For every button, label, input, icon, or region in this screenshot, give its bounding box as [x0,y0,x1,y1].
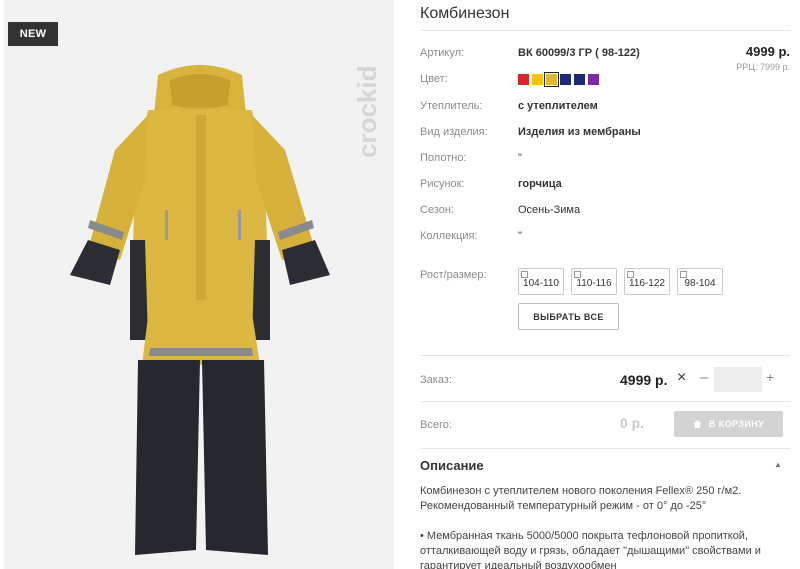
color-swatches [518,72,599,87]
divider [420,355,790,356]
spec-label: Утеплитель: [420,100,483,112]
order-price: 4999 р. [620,372,668,388]
quantity-input[interactable] [714,367,762,392]
decrease-quantity-button[interactable]: – [700,369,708,386]
svg-text:crockid: crockid [354,66,382,159]
spec-value: ВК 60099/3 ГР ( 98-122) [518,47,640,59]
size-label: Рост/размер: [420,269,487,281]
color-swatch-yellow[interactable] [532,74,543,85]
color-swatch-red[interactable] [518,74,529,85]
total-label: Всего: [420,419,452,431]
spec-label: Вид изделия: [420,126,488,138]
spec-season: Сезон: Осень-Зима [420,201,790,221]
size-option[interactable]: 98-104 [677,268,723,295]
size-option-label: 104-110 [523,278,559,289]
description-paragraph: Комбинезон с утеплителем нового поколени… [420,485,742,512]
size-checkbox[interactable] [680,271,687,278]
size-checkbox[interactable] [627,271,634,278]
order-label: Заказ: [420,374,452,386]
divider [420,30,790,31]
spec-type: Вид изделия: Изделия из мембраны [420,123,790,143]
spec-article: Артикул: ВК 60099/3 ГР ( 98-122) [420,44,790,64]
spec-label: Цвет: [420,73,448,85]
color-swatch-mustard[interactable] [544,72,559,87]
cart-icon [693,420,701,428]
size-checkbox[interactable] [574,271,581,278]
spec-pattern: Рисунок: горчица [420,175,790,195]
spec-label: Артикул: [420,47,465,59]
spec-value: " [518,230,522,242]
size-option-label: 110-116 [576,278,612,289]
increase-quantity-button[interactable]: + [766,369,774,385]
size-option[interactable]: 116-122 [624,268,670,295]
product-title: Комбинезон [420,5,510,22]
divider [420,401,790,402]
spec-fabric: Полотно: " [420,149,790,169]
color-swatch-purple[interactable] [588,74,599,85]
size-option-label: 116-122 [629,278,665,289]
size-option-label: 98-104 [684,278,716,289]
add-to-cart-button[interactable]: В КОРЗИНУ [674,411,783,437]
spec-collection: Коллекция: " [420,227,790,247]
new-badge: NEW [8,22,58,46]
description-title[interactable]: Описание [420,458,484,473]
product-info: Комбинезон 4999 р. РРЦ: 7999 р. Артикул:… [420,0,800,569]
spec-value: Осень-Зима [518,204,581,216]
total-value: 0 р. [620,415,645,431]
spec-value: Изделия из мембраны [518,126,641,138]
add-to-cart-label: В КОРЗИНУ [708,419,765,429]
size-options: 104-110 110-116 116-122 98-104 [518,268,723,295]
spec-color: Цвет: [420,70,790,90]
spec-label: Сезон: [420,204,454,216]
close-icon[interactable]: × [677,369,686,387]
spec-insulation: Утеплитель: с утеплителем [420,97,790,117]
collapse-arrow-icon[interactable]: ▲ [774,460,782,469]
description-text: Комбинезон с утеплителем нового поколени… [420,484,785,569]
jumpsuit-image [70,65,330,555]
color-swatch-navy[interactable] [560,74,571,85]
spec-label: Полотно: [420,152,467,164]
size-option[interactable]: 110-116 [571,268,617,295]
spec-value: " [518,152,522,164]
spec-label: Коллекция: [420,230,478,242]
spec-value: горчица [518,178,562,190]
product-photo[interactable]: NEW crockid [4,0,394,569]
size-checkbox[interactable] [521,271,528,278]
divider [420,448,790,449]
color-swatch-blue[interactable] [574,74,585,85]
description-paragraph: • Мембранная ткань 5000/5000 покрыта теф… [420,530,761,569]
spec-label: Рисунок: [420,178,465,190]
size-option[interactable]: 104-110 [518,268,564,295]
brand-logo: crockid [354,66,382,159]
spec-value: с утеплителем [518,100,598,112]
select-all-button[interactable]: ВЫБРАТЬ ВСЕ [518,303,619,330]
